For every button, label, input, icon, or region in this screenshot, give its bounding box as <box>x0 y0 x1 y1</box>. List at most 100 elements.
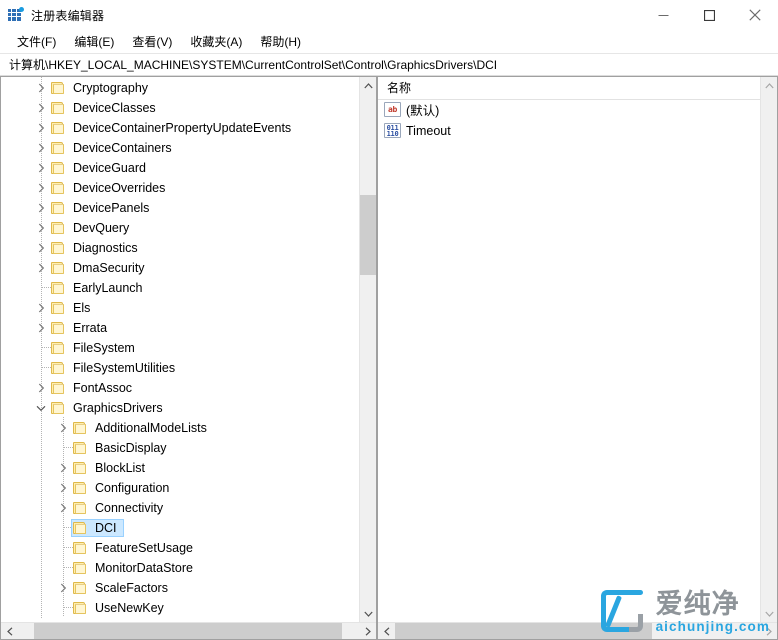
tree-node-content[interactable]: DeviceOverrides <box>49 179 172 197</box>
tree-node-additionalmodelists[interactable]: AdditionalModeLists <box>1 418 359 438</box>
values-scroll-down-icon[interactable] <box>761 605 778 622</box>
tree-node-content[interactable]: FileSystemUtilities <box>49 359 182 377</box>
tree-node-content[interactable]: AdditionalModeLists <box>71 419 214 437</box>
tree-node-content[interactable]: BasicDisplay <box>71 439 174 457</box>
menu-file[interactable]: 文件(F) <box>8 31 65 53</box>
tree-node-diagnostics[interactable]: Diagnostics <box>1 238 359 258</box>
tree-node-content[interactable]: DeviceClasses <box>49 99 163 117</box>
tree-node-deviceclasses[interactable]: DeviceClasses <box>1 98 359 118</box>
tree-node-content[interactable]: EarlyLaunch <box>49 279 150 297</box>
tree-node-content[interactable]: DeviceContainers <box>49 139 179 157</box>
close-button[interactable] <box>732 0 778 30</box>
chevron-right-icon[interactable] <box>33 238 49 258</box>
tree-node-fontassoc[interactable]: FontAssoc <box>1 378 359 398</box>
menu-view[interactable]: 查看(V) <box>123 31 181 53</box>
chevron-right-icon[interactable] <box>33 198 49 218</box>
values-horizontal-scrollbar[interactable] <box>378 622 777 639</box>
tree-node-earlylaunch[interactable]: EarlyLaunch <box>1 278 359 298</box>
chevron-right-icon[interactable] <box>55 478 71 498</box>
chevron-right-icon[interactable] <box>33 178 49 198</box>
tree-node-content[interactable]: DeviceContainerPropertyUpdateEvents <box>49 119 298 137</box>
tree-node-dci[interactable]: DCI <box>1 518 359 538</box>
tree-node-devicecontainers[interactable]: DeviceContainers <box>1 138 359 158</box>
tree-node-content[interactable]: BlockList <box>71 459 152 477</box>
values-scroll-left-icon[interactable] <box>378 623 395 640</box>
tree-node-dmasecurity[interactable]: DmaSecurity <box>1 258 359 278</box>
tree-node-content[interactable]: FeatureSetUsage <box>71 539 200 557</box>
tree-node-scalefactors[interactable]: ScaleFactors <box>1 578 359 598</box>
tree-horizontal-scrollbar[interactable] <box>1 622 376 639</box>
tree-node-content[interactable]: ScaleFactors <box>71 579 175 597</box>
scroll-right-icon[interactable] <box>359 623 376 640</box>
chevron-right-icon[interactable] <box>33 378 49 398</box>
column-header-name[interactable]: 名称 <box>378 77 770 99</box>
chevron-right-icon[interactable] <box>33 158 49 178</box>
tree-node-content[interactable]: DCI <box>71 519 124 537</box>
tree-node-basicdisplay[interactable]: BasicDisplay <box>1 438 359 458</box>
tree-node-content[interactable]: DevQuery <box>49 219 136 237</box>
address-bar[interactable]: 计算机\HKEY_LOCAL_MACHINE\SYSTEM\CurrentCon… <box>0 53 778 76</box>
tree-node-featuresetusage[interactable]: FeatureSetUsage <box>1 538 359 558</box>
chevron-right-icon[interactable] <box>33 78 49 98</box>
tree-node-content[interactable]: UseNewKey <box>71 599 171 617</box>
tree-node-content[interactable]: DeviceGuard <box>49 159 153 177</box>
tree-node-content[interactable]: FontAssoc <box>49 379 139 397</box>
tree-node-deviceguard[interactable]: DeviceGuard <box>1 158 359 178</box>
tree-node-content[interactable]: MonitorDataStore <box>71 559 200 577</box>
tree-vertical-scrollbar[interactable] <box>359 77 376 622</box>
menu-favorites[interactable]: 收藏夹(A) <box>181 31 251 53</box>
chevron-down-icon[interactable] <box>33 398 49 418</box>
minimize-button[interactable] <box>640 0 686 30</box>
tree-node-filesystem[interactable]: FileSystem <box>1 338 359 358</box>
tree-node-content[interactable]: Cryptography <box>49 79 155 97</box>
menu-help[interactable]: 帮助(H) <box>251 31 310 53</box>
values-scroll-up-icon[interactable] <box>761 77 778 94</box>
tree-hscroll-thumb[interactable] <box>34 623 342 639</box>
tree-scroll-thumb[interactable] <box>360 195 376 275</box>
values-scroll-right-icon[interactable] <box>760 623 777 640</box>
scroll-down-icon[interactable] <box>360 605 376 622</box>
tree-node-content[interactable]: Errata <box>49 319 114 337</box>
chevron-right-icon[interactable] <box>33 258 49 278</box>
chevron-right-icon[interactable] <box>33 318 49 338</box>
value-row[interactable]: ab(默认) <box>378 99 760 120</box>
tree-node-configuration[interactable]: Configuration <box>1 478 359 498</box>
chevron-right-icon[interactable] <box>55 418 71 438</box>
scroll-left-icon[interactable] <box>1 623 18 640</box>
tree-node-connectivity[interactable]: Connectivity <box>1 498 359 518</box>
tree-node-usenewkey[interactable]: UseNewKey <box>1 598 359 618</box>
tree-node-content[interactable]: GraphicsDrivers <box>49 399 170 417</box>
chevron-right-icon[interactable] <box>33 298 49 318</box>
tree-node-devquery[interactable]: DevQuery <box>1 218 359 238</box>
chevron-right-icon[interactable] <box>33 98 49 118</box>
tree-node-monitordatastore[interactable]: MonitorDataStore <box>1 558 359 578</box>
values-hscroll-thumb[interactable] <box>395 623 652 639</box>
tree-node-els[interactable]: Els <box>1 298 359 318</box>
menu-edit[interactable]: 编辑(E) <box>65 31 123 53</box>
maximize-button[interactable] <box>686 0 732 30</box>
value-row[interactable]: 011110Timeout <box>378 120 760 141</box>
tree-node-content[interactable]: Connectivity <box>71 499 170 517</box>
tree-node-cryptography[interactable]: Cryptography <box>1 78 359 98</box>
chevron-right-icon[interactable] <box>33 118 49 138</box>
tree-node-devicecontainerpropertyupdateevents[interactable]: DeviceContainerPropertyUpdateEvents <box>1 118 359 138</box>
chevron-right-icon[interactable] <box>55 578 71 598</box>
chevron-right-icon[interactable] <box>55 458 71 478</box>
tree-node-errata[interactable]: Errata <box>1 318 359 338</box>
tree-node-content[interactable]: DevicePanels <box>49 199 156 217</box>
tree-node-devicepanels[interactable]: DevicePanels <box>1 198 359 218</box>
chevron-right-icon[interactable] <box>55 498 71 518</box>
tree-node-content[interactable]: Configuration <box>71 479 176 497</box>
tree-node-blocklist[interactable]: BlockList <box>1 458 359 478</box>
tree-node-content[interactable]: Els <box>49 299 97 317</box>
chevron-right-icon[interactable] <box>33 138 49 158</box>
tree-node-content[interactable]: DmaSecurity <box>49 259 152 277</box>
scroll-up-icon[interactable] <box>360 77 376 94</box>
tree-node-deviceoverrides[interactable]: DeviceOverrides <box>1 178 359 198</box>
values-vertical-scrollbar[interactable] <box>760 77 777 622</box>
chevron-right-icon[interactable] <box>33 218 49 238</box>
tree-node-content[interactable]: Diagnostics <box>49 239 145 257</box>
tree-node-content[interactable]: FileSystem <box>49 339 142 357</box>
tree-node-graphicsdrivers[interactable]: GraphicsDrivers <box>1 398 359 418</box>
tree-node-filesystemutilities[interactable]: FileSystemUtilities <box>1 358 359 378</box>
